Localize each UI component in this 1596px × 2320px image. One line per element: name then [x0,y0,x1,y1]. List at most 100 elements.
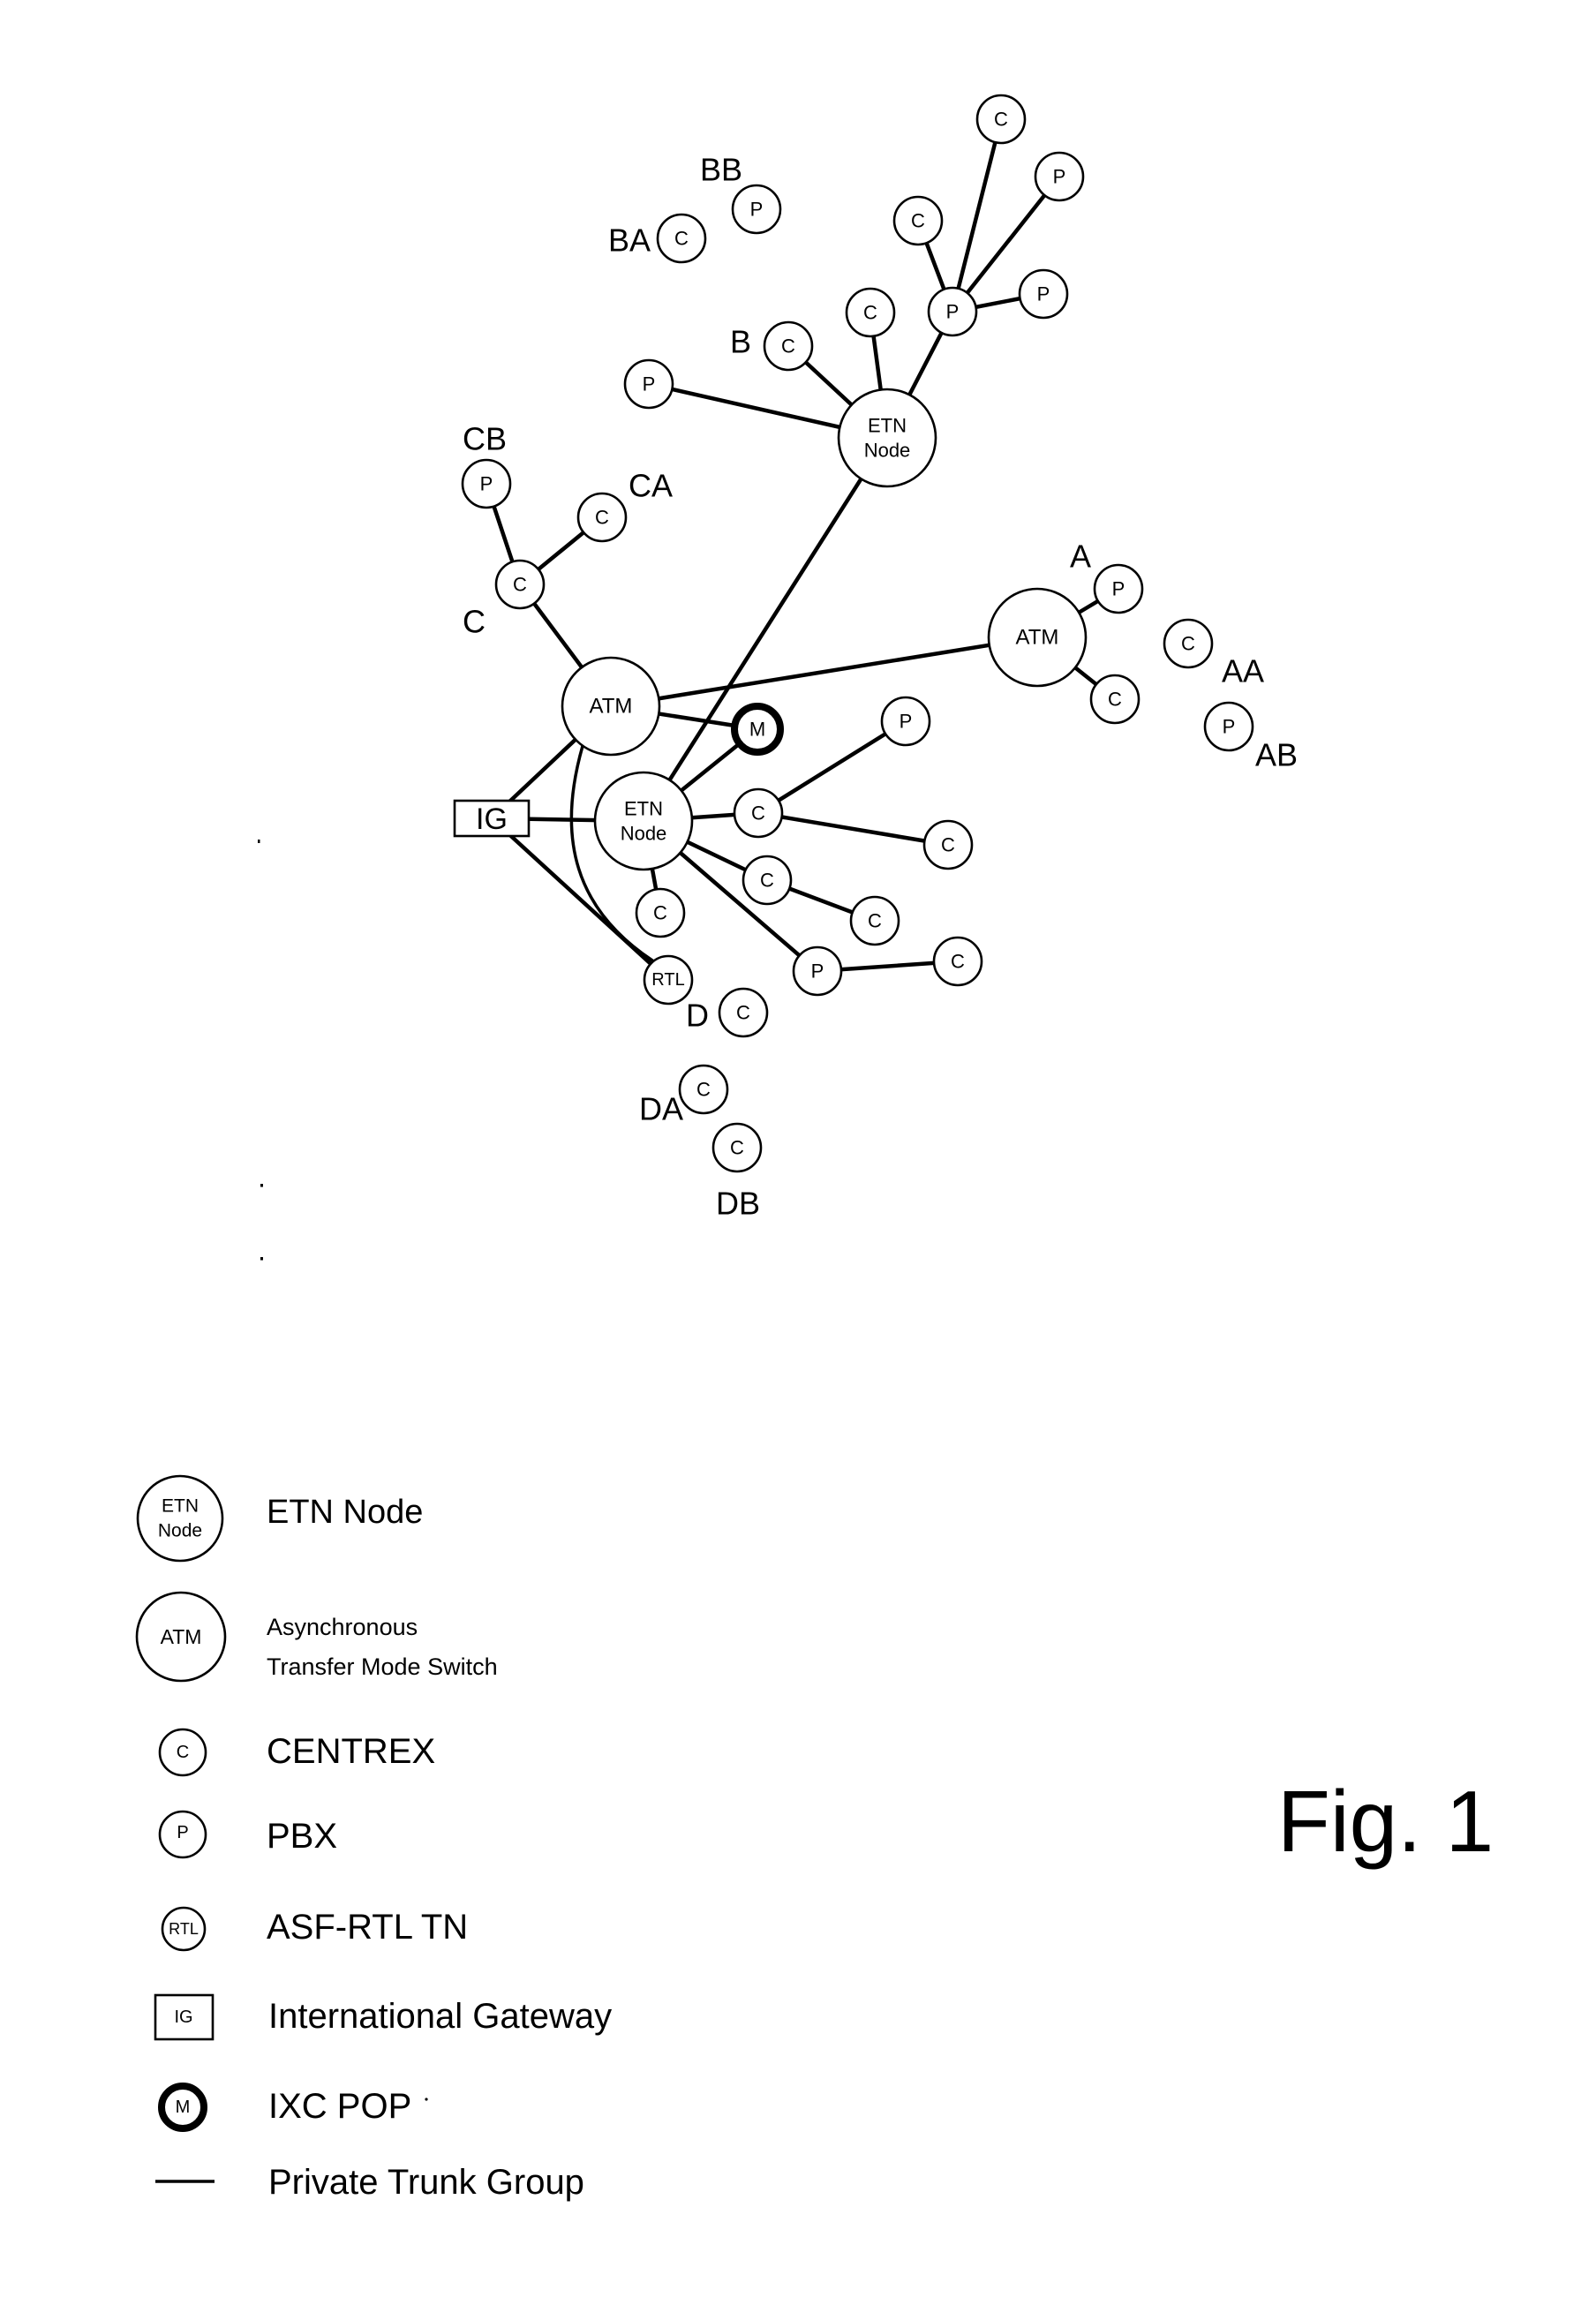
node-label: P [946,301,960,323]
node-label: C [674,228,689,250]
node-label: C [868,910,882,932]
node-centrex-c_c: C [494,559,546,610]
node-ixc-m1: M [731,703,784,756]
legend-centrex-symbol-text: C [177,1743,189,1762]
node-pbx-e_p1: P [880,696,931,747]
node-label: P [1223,716,1236,738]
group-label-bb: BB [700,152,742,188]
node-label: ATM [590,695,633,719]
scan-dot [260,1184,263,1187]
node-etn-etn1: ETN Node [837,388,937,488]
trunk-line-atm1-atm2 [608,635,1040,709]
node-label: C [941,834,955,856]
group-label-a: A [1070,539,1091,575]
scan-speck [425,2098,428,2101]
legend-etn-symbol-line1: ETN [162,1496,199,1517]
legend-label-etn: ETN Node [267,1494,423,1531]
group-label-d: D [686,998,709,1034]
node-pbx-b_p_right: P [1018,268,1069,320]
node-label: C [595,507,609,529]
node-centrex-b_c_top: C [975,94,1027,145]
node-label: C [1108,689,1122,711]
node-label: P [750,199,764,221]
group-label-cb: CB [463,421,507,457]
group-label-aa: AA [1222,653,1264,689]
node-label: C [760,870,774,892]
node-label: Node [621,823,667,845]
node-pbx-b_p_topright: P [1034,151,1085,202]
node-centrex-e_c6: C [932,936,983,987]
legend-item-ixc: M IXC POP [158,2083,428,2132]
legend-label-ig: International Gateway [268,1997,612,2036]
legend-item-centrex: C CENTREX [158,1728,435,1777]
node-ig-ig1: IG [453,799,531,838]
node-label: C [994,109,1008,131]
node-centrex-e_c3: C [742,855,793,906]
node-centrex-e_c5: C [635,887,686,938]
node-label: C [1181,633,1195,655]
etn-circle [837,388,937,488]
legend-item-rtl: RTL ASF-RTL TN [161,1906,468,1952]
legend-label-trunk: Private Trunk Group [268,2163,584,2202]
legend-pbx-symbol-text: P [177,1823,188,1842]
etn-node-symbol-icon [136,1474,224,1563]
node-centrex-db_c: C [711,1122,763,1173]
legend-etn-symbol-line2: Node [158,1521,202,1541]
node-pbx-e_p2: P [792,945,843,997]
scan-dot [258,840,260,843]
network-nodes: ETN Node ETN Node ATM ATM IG M RTL P C P C P C C P P C P C C P… [453,94,1254,1173]
legend-label-ixc: IXC POP [268,2087,411,2126]
node-etn-etn2: ETN Node [593,771,694,871]
node-centrex-ca_c: C [576,492,628,543]
node-centrex-aa_c: C [1163,618,1214,669]
group-label-da: DA [639,1091,683,1127]
node-label: ETN [868,415,907,437]
node-label: IG [476,802,508,836]
node-rtl-rtl1: RTL [643,954,694,1006]
node-label: C [730,1137,744,1159]
group-label-db: DB [716,1186,760,1222]
node-label: P [900,711,913,733]
node-centrex-b_c: C [763,320,814,372]
node-label: Node [864,440,911,462]
scan-dot [260,1257,263,1261]
node-centrex-e_c4: C [849,895,900,946]
node-label: RTL [651,970,684,990]
node-centrex-a_c: C [1089,674,1141,725]
node-centrex-b_c_mid: C [892,195,944,246]
legend-label-pbx: PBX [267,1817,337,1856]
node-label: C [951,951,965,973]
node-atm-atm2: ATM [987,587,1088,688]
node-label: P [643,373,656,395]
node-label: C [513,574,527,596]
legend-item-trunk: Private Trunk Group [155,2163,584,2202]
node-label: C [696,1079,711,1101]
node-label: P [1112,578,1125,600]
trunk-lines [484,117,1121,983]
node-label: P [1037,283,1050,305]
group-label-ab: AB [1255,737,1298,773]
node-pbx-cb_p: P [461,458,512,509]
trunk-line-etn1-etn2 [641,435,890,824]
node-label: C [736,1002,750,1024]
legend-item-pbx: P PBX [158,1810,337,1859]
node-centrex-b_c_near: C [845,287,896,338]
node-pbx-a_p: P [1093,563,1144,614]
node-label: C [653,902,667,924]
legend-ig-symbol-text: IG [174,2007,192,2027]
node-pbx-b_p_hub: P [927,286,978,337]
node-label: P [480,473,493,495]
legend-label-rtl: ASF-RTL TN [267,1908,468,1947]
trunk-line-e_c1-e_c2 [756,810,951,847]
legend-item-etn: ETN Node ETN Node [136,1474,423,1563]
node-label: M [749,719,765,741]
legend-label-atm-line2: Transfer Mode Switch [267,1653,498,1680]
legend-item-ig: IG International Gateway [154,1993,612,2041]
node-centrex-e_c1: C [733,787,784,839]
node-label: P [1053,166,1066,188]
legend-label-centrex: CENTREX [267,1732,435,1771]
node-label: C [863,302,877,324]
node-label: ATM [1016,626,1059,650]
node-pbx-b_p_left: P [623,358,674,410]
node-label: C [781,335,795,358]
